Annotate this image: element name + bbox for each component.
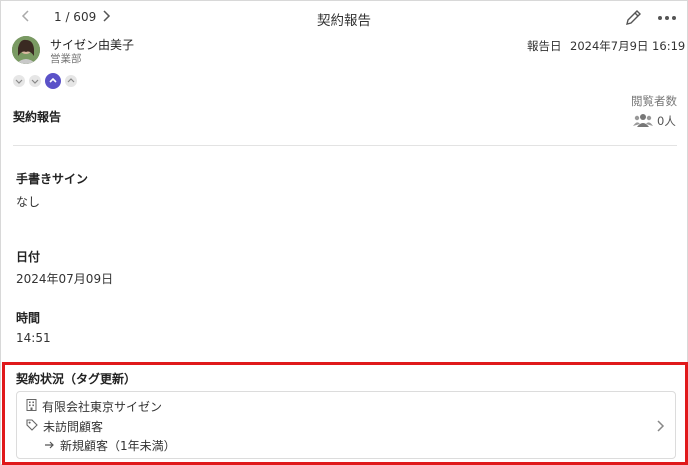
field-label-contract-status: 契約状況（タグ更新） xyxy=(16,372,137,386)
reaction-up-icon[interactable] xyxy=(45,73,61,89)
contract-status-card[interactable]: 有限会社東京サイゼン 未訪問顧客 新規顧客（1年未満） xyxy=(16,391,676,459)
avatar xyxy=(12,36,40,64)
more-horizontal-icon[interactable] xyxy=(656,8,678,28)
report-date: 2024年7月9日 16:19 xyxy=(570,39,686,53)
report-section-title: 契約報告 xyxy=(13,110,62,124)
reaction-down-icon[interactable] xyxy=(13,75,25,87)
reaction-down-icon[interactable] xyxy=(29,75,41,87)
field-value-time: 14:51 xyxy=(16,331,51,345)
field-label-date: 日付 xyxy=(16,250,41,264)
reaction-up-icon[interactable] xyxy=(65,75,77,87)
field-label-time: 時間 xyxy=(16,311,41,325)
current-tag: 未訪問顧客 xyxy=(43,420,104,434)
viewers-count[interactable]: 0人 xyxy=(657,113,676,129)
author-department: 営業部 xyxy=(50,53,82,65)
new-tag-row: 新規顧客（1年未満） xyxy=(44,437,176,454)
field-value-signature: なし xyxy=(16,195,41,209)
tag-row: 未訪問顧客 xyxy=(26,418,103,435)
users-icon[interactable] xyxy=(633,112,653,127)
building-icon xyxy=(26,399,37,414)
new-tag: 新規顧客（1年未満） xyxy=(60,439,176,453)
viewers-label: 閲覧者数 xyxy=(631,94,677,108)
field-label-signature: 手書きサイン xyxy=(16,172,89,186)
header-bar: 1 / 609 契約報告 xyxy=(1,1,687,35)
company-row: 有限会社東京サイゼン xyxy=(26,398,162,415)
report-detail-panel: 1 / 609 契約報告 サイゼン由美子 営業部 報告日 2024年7月9日 1… xyxy=(0,0,688,465)
company-name: 有限会社東京サイゼン xyxy=(42,400,163,414)
page-title: 契約報告 xyxy=(317,13,371,29)
chevron-right-icon[interactable] xyxy=(655,418,665,432)
divider xyxy=(13,145,677,146)
field-value-date: 2024年07月09日 xyxy=(16,272,114,286)
report-date-label: 報告日 xyxy=(527,39,562,53)
pencil-icon[interactable] xyxy=(623,8,643,28)
arrow-right-icon xyxy=(44,439,55,453)
tag-icon xyxy=(26,419,38,434)
reaction-bar xyxy=(13,73,77,89)
